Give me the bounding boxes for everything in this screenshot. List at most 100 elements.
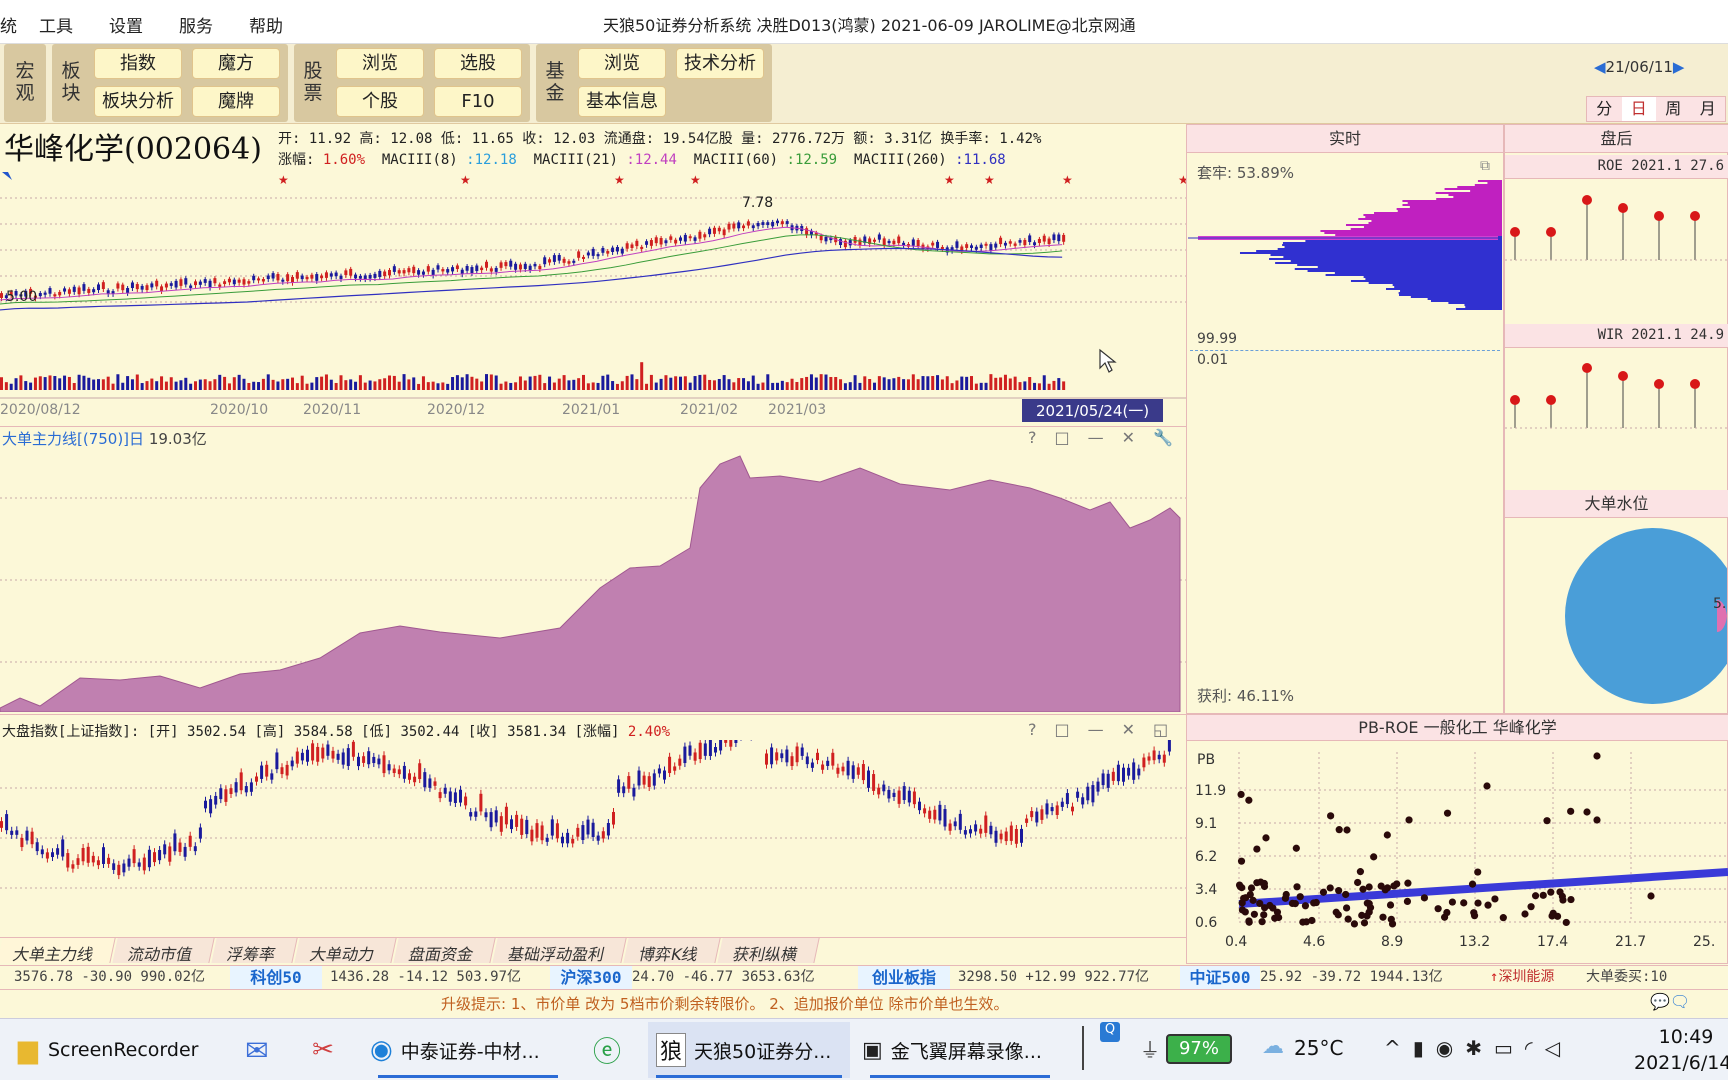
period-month[interactable]: 月 <box>1691 97 1726 121</box>
quote-name-zz500[interactable]: 中证500 <box>1180 966 1260 989</box>
date-tick: 2021/03 <box>768 402 827 418</box>
index-candle-body <box>214 795 218 805</box>
power-plug-icon[interactable]: ⏚ <box>1140 1034 1160 1063</box>
bottom-tab[interactable]: 基础浮动盈利 <box>492 938 627 964</box>
single-stock-button[interactable]: 个股 <box>336 86 424 117</box>
index-kline-chart[interactable] <box>0 740 1186 934</box>
quote-extra-right: 大单委买:10 <box>1586 969 1668 985</box>
help-icon[interactable]: ? <box>1028 720 1037 739</box>
taskbar-item-tianlang[interactable]: 狼天狼50证券分... <box>648 1022 850 1078</box>
minimize-icon[interactable]: — <box>1088 428 1104 447</box>
clock-time[interactable]: 10:49 <box>1646 1026 1726 1048</box>
prev-date-icon[interactable]: ◀ <box>1594 58 1606 76</box>
index-candle-body <box>423 772 427 788</box>
menu-item-service[interactable]: 服务 <box>179 12 213 37</box>
bottom-tab[interactable]: 浮筹率 <box>211 938 298 964</box>
sector-analysis-button[interactable]: 板块分析 <box>94 86 182 117</box>
candle-body <box>441 269 445 272</box>
tech-analysis-button[interactable]: 技术分析 <box>676 48 764 79</box>
lollipop-dot <box>1546 395 1556 405</box>
volume-bar <box>873 382 876 390</box>
menu-item-help[interactable]: 帮助 <box>249 12 283 37</box>
menu-item-prefix[interactable]: 统 <box>0 12 17 37</box>
candle-body <box>402 270 406 274</box>
mofang-button[interactable]: 魔方 <box>192 48 280 79</box>
volume-bar <box>179 380 183 390</box>
lollipop-dot <box>1654 379 1664 389</box>
basic-info-button[interactable]: 基本信息 <box>578 86 666 117</box>
candle-body <box>397 270 401 274</box>
taskbar-item-edge[interactable]: ◉ 中泰证券-中材... <box>370 1022 566 1078</box>
stock-browse-button[interactable]: 浏览 <box>336 48 424 79</box>
candle-body <box>858 239 862 246</box>
tray-icons[interactable]: ^▮◉✱▭◜◁ <box>1384 1036 1572 1060</box>
weather-temp[interactable]: 25°C <box>1294 1036 1343 1060</box>
help-icon[interactable]: ? <box>1028 428 1037 447</box>
candle-body <box>776 220 779 224</box>
chip-bar <box>1365 216 1502 218</box>
index-candle-body <box>377 758 381 765</box>
maximize-icon[interactable]: □ <box>1055 428 1070 447</box>
volume-bar <box>208 381 212 390</box>
menu-item-settings[interactable]: 设置 <box>109 12 143 37</box>
period-day[interactable]: 日 <box>1621 97 1656 121</box>
dadan-area-chart[interactable] <box>0 448 1186 712</box>
chat-icon[interactable]: 💬🗨 <box>1650 992 1690 1011</box>
maximize-icon[interactable]: □ <box>1055 720 1070 739</box>
index-button[interactable]: 指数 <box>94 48 182 79</box>
quote-name-hs300[interactable]: 沪深300 <box>550 966 632 989</box>
battery-indicator[interactable]: 97% <box>1166 1034 1232 1064</box>
index-candle-body <box>306 749 309 762</box>
bottom-tab[interactable]: 大单主力线 <box>0 938 116 964</box>
taskbar-item-mail[interactable]: ✉ <box>232 1022 282 1078</box>
group-label-macro[interactable]: 宏观 <box>14 60 36 104</box>
f10-button[interactable]: F10 <box>434 86 522 117</box>
candle-body <box>300 275 304 280</box>
candle-body <box>475 265 479 272</box>
chip-bar <box>1363 276 1502 278</box>
chip-bar <box>1345 224 1502 226</box>
date-nav[interactable]: ◀21/06/11▶ <box>1594 58 1684 76</box>
quote-name-kc50[interactable]: 科创50 <box>230 966 322 989</box>
bottom-tab[interactable]: 盘面资金 <box>393 938 496 964</box>
index-candle-body <box>275 752 279 770</box>
bottom-tab[interactable]: 获利纵横 <box>716 938 820 964</box>
quote-name-cyb[interactable]: 创业板指 <box>858 966 950 989</box>
wrench-icon[interactable]: 🔧 <box>1153 428 1173 447</box>
period-week[interactable]: 周 <box>1656 97 1691 121</box>
index-candle-body <box>693 752 697 761</box>
mopai-button[interactable]: 魔牌 <box>192 86 280 117</box>
index-candle-body <box>117 864 121 876</box>
group-macro[interactable]: 宏观 <box>4 44 46 122</box>
candle-body <box>431 269 435 276</box>
index-candle-body <box>1162 754 1166 763</box>
chip-bar <box>1334 272 1502 274</box>
fund-browse-button[interactable]: 浏览 <box>578 48 666 79</box>
weather-icon[interactable]: ☁ <box>1262 1034 1284 1059</box>
next-date-icon[interactable]: ▶ <box>1673 58 1685 76</box>
app-icon: 狼 <box>656 1033 687 1067</box>
taskbar-item-tool[interactable]: ✂ <box>298 1022 348 1078</box>
index-candle-body <box>346 748 350 766</box>
bottom-tab[interactable]: 大单动力 <box>294 938 397 964</box>
q-icon[interactable]: Q <box>1100 1022 1120 1042</box>
close-icon[interactable]: ✕ <box>1122 720 1135 739</box>
bottom-tab[interactable]: 博弈K线 <box>623 938 721 964</box>
candle-body <box>223 281 227 285</box>
taskbar-item-ie[interactable]: ⓔ <box>582 1022 632 1078</box>
period-minute[interactable]: 分 <box>1587 97 1622 121</box>
scatter-dot <box>1363 912 1371 920</box>
bottom-tab[interactable]: 流动市值 <box>112 938 215 964</box>
clock-date[interactable]: 2021/6/14 <box>1634 1052 1728 1074</box>
scatter-dot <box>1292 844 1300 852</box>
taskbar-item-recorder[interactable]: ▣ 金飞翼屏幕录像... <box>862 1022 1058 1078</box>
volume-bar <box>843 383 847 390</box>
expand-icon[interactable]: ⧉ <box>1480 158 1490 174</box>
kline-chart[interactable]: ★ ★ ★ ★ ★ ★ ★ ★ 7.78 5.00 <box>0 168 1186 426</box>
restore-icon[interactable]: ◱ <box>1153 720 1168 739</box>
stock-select-button[interactable]: 选股 <box>434 48 522 79</box>
minimize-icon[interactable]: — <box>1088 720 1104 739</box>
taskbar-item-screenrecorder[interactable]: ▆ ScreenRecorder <box>18 1022 218 1078</box>
close-icon[interactable]: ✕ <box>1122 428 1135 447</box>
menu-item-tools[interactable]: 工具 <box>39 12 73 37</box>
